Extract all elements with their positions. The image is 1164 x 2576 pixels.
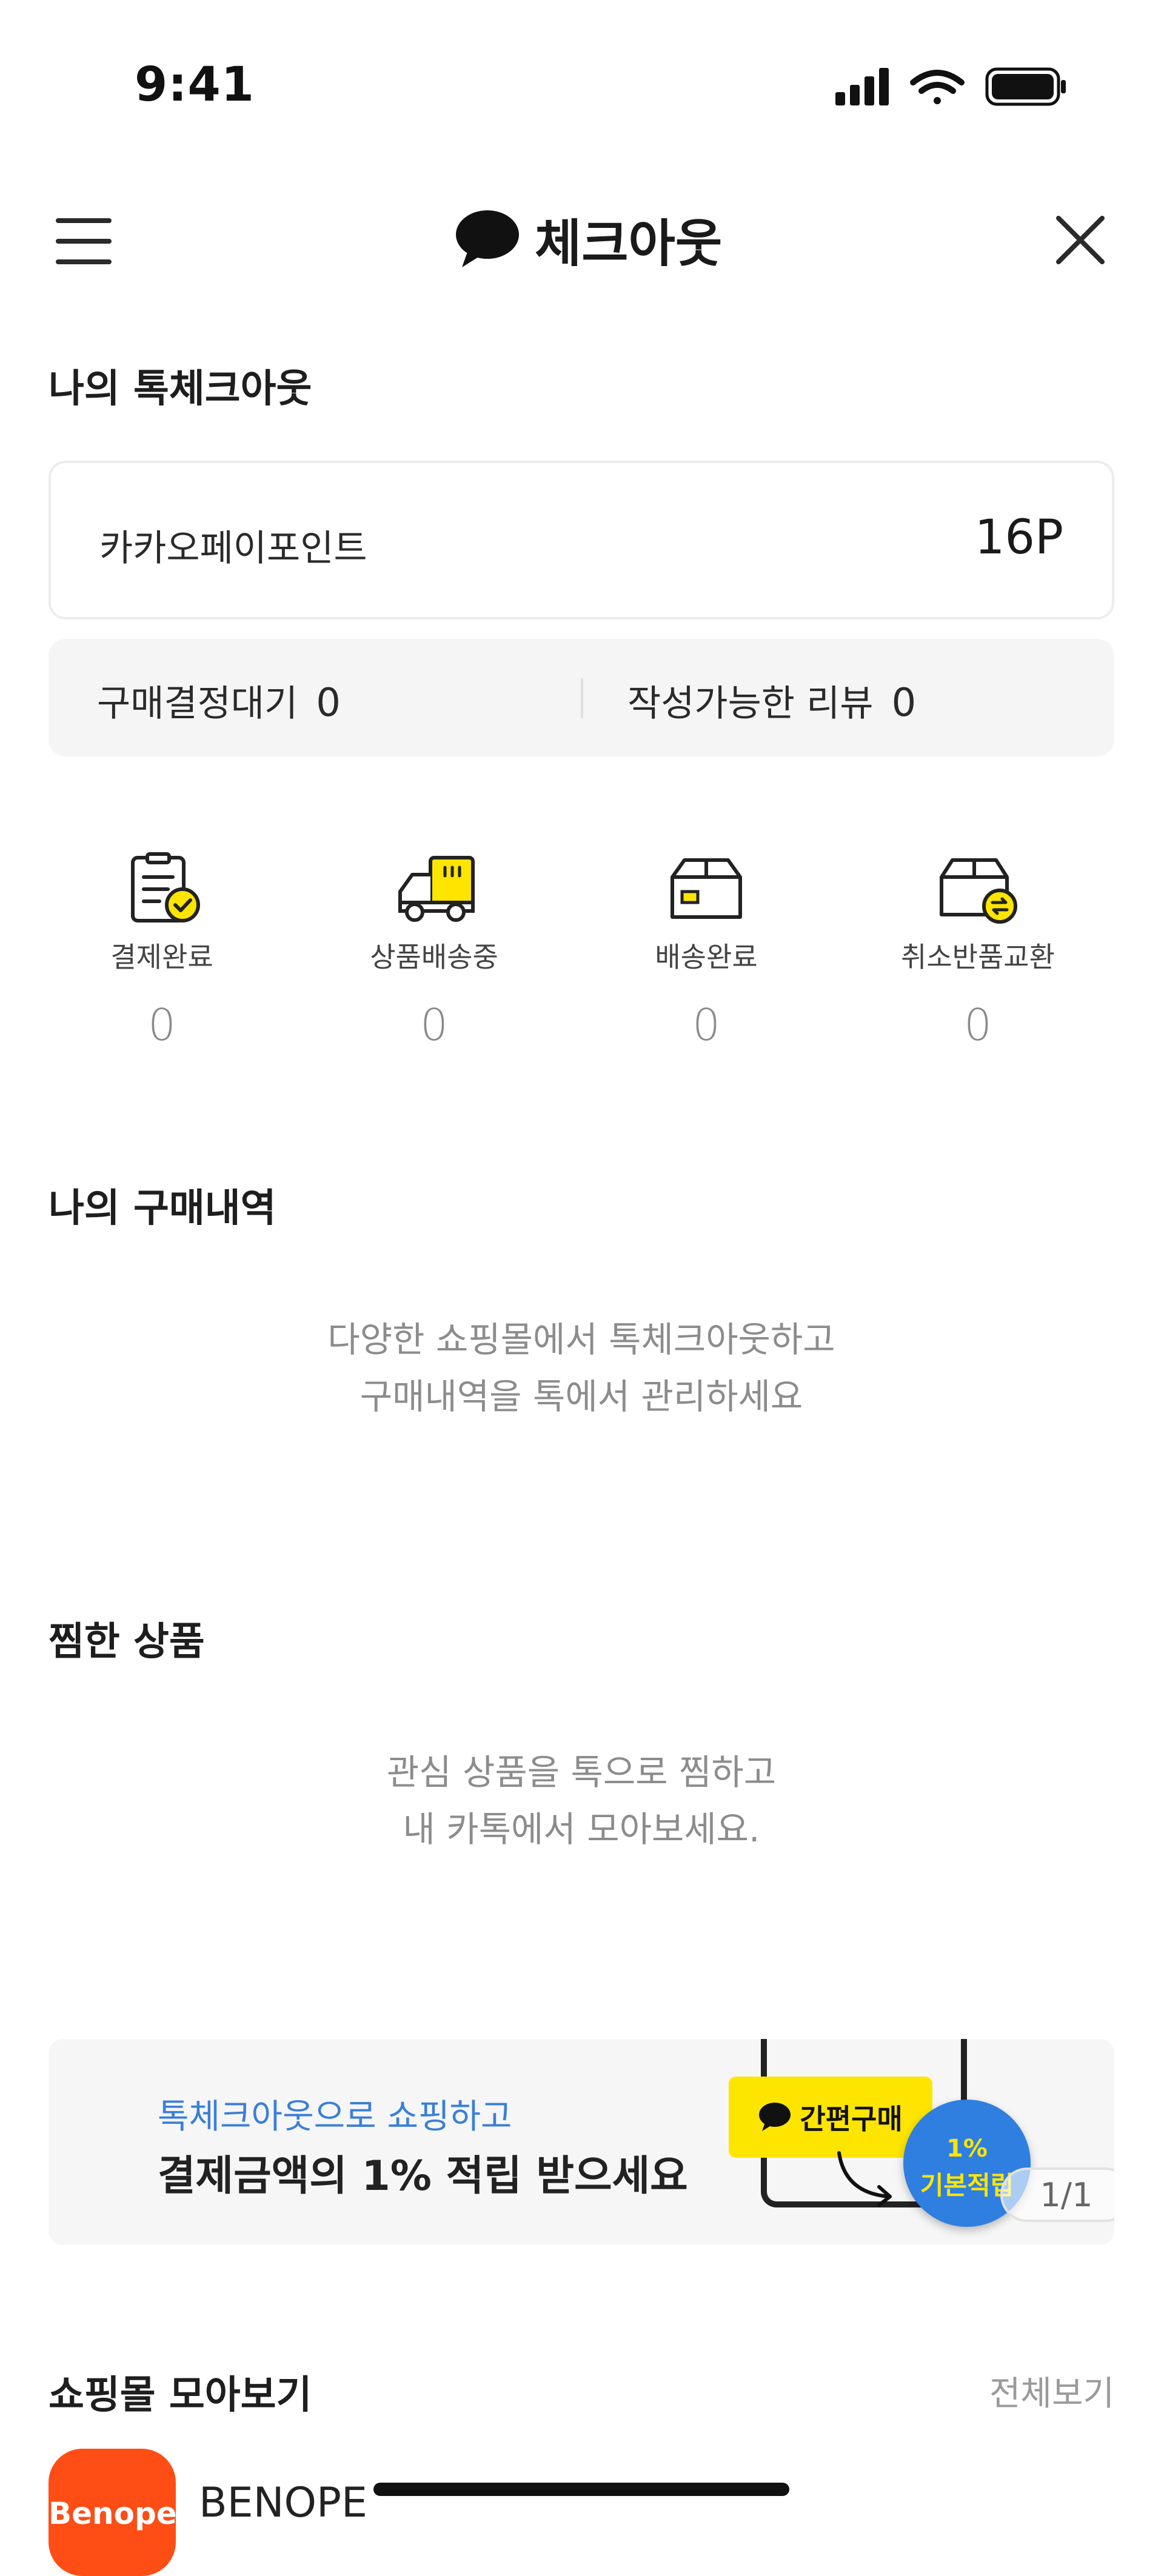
page-title: 체크아웃 [535,213,723,273]
status-time: 9:41 [135,58,255,112]
wishlist-empty-message: 관심 상품을 톡으로 찜하고 내 카톡에서 모아보세요. [48,1744,1114,1858]
delivered-box-icon [671,858,742,919]
step-count: 0 [148,999,176,1050]
exchange-box-icon [940,858,1017,924]
order-step-payment-complete[interactable]: 결제완료 0 [35,852,289,1050]
talk-bubble-icon [456,210,519,267]
cellular-signal-icon [835,68,889,105]
empty-line: 구매내역을 톡에서 관리하세요 [360,1376,803,1417]
step-label: 취소반품교환 [901,941,1055,973]
step-label: 결제완료 [110,941,213,973]
step-count: 0 [420,999,448,1050]
battery-icon [985,67,1066,106]
reward-percent: 1% [946,2135,988,2163]
step-label: 상품배송중 [370,941,498,973]
talk-bubble-icon [759,2103,791,2131]
stat-count: 0 [891,681,917,726]
points-value: 16P [974,510,1063,565]
stat-label: 구매결정대기 [97,682,298,725]
shop-name[interactable]: BENOPE [199,2479,367,2527]
stats-divider [581,678,583,718]
order-step-cancel-return[interactable]: 취소반품교환 0 [851,852,1105,1050]
status-icons [835,67,1066,106]
delivery-truck-icon [398,856,475,922]
menu-icon[interactable] [56,218,112,264]
order-step-shipping[interactable]: 상품배송중 0 [307,852,561,1050]
pending-confirm-stat[interactable]: 구매결정대기 0 [97,674,341,727]
banner-pager[interactable]: 1/1 [1000,2167,1114,2222]
purchase-history-title: 나의 구매내역 [48,1186,276,1231]
shop-logo[interactable]: Benope [48,2449,177,2576]
stat-count: 0 [316,681,341,726]
view-all-link[interactable]: 전체보기 [989,2366,1114,2415]
order-step-delivered[interactable]: 배송완료 0 [579,852,834,1050]
stats-bar: 구매결정대기 0 작성가능한 리뷰 0 [48,639,1114,756]
close-icon[interactable] [1054,213,1107,267]
empty-line: 내 카톡에서 모아보세요. [403,1809,760,1850]
my-checkout-title: 나의 톡체크아웃 [48,367,312,412]
quick-buy-badge: 간편구매 [729,2077,932,2158]
step-label: 배송완료 [655,941,758,973]
points-card[interactable]: 카카오페이포인트 16P [48,461,1114,619]
empty-line: 관심 상품을 톡으로 찜하고 [386,1752,777,1793]
step-count: 0 [964,999,992,1050]
banner-line1: 톡체크아웃으로 쇼핑하고 [158,2097,512,2137]
purchase-history-empty-message: 다양한 쇼핑몰에서 톡체크아웃하고 구매내역을 톡에서 관리하세요 [48,1311,1114,1425]
header-title-group: 체크아웃 [455,203,722,276]
home-indicator [373,2483,789,2496]
shop-collection-title: 쇼핑몰 모아보기 [48,2373,312,2418]
step-count: 0 [692,999,720,1050]
review-available-stat[interactable]: 작성가능한 리뷰 0 [627,674,916,727]
wishlist-title: 찜한 상품 [48,1620,205,1664]
promo-banner[interactable]: 톡체크아웃으로 쇼핑하고 결제금액의 1% 적립 받으세요 간편구매 1% 기본… [48,2039,1114,2245]
stat-label: 작성가능한 리뷰 [627,682,874,725]
wifi-icon [910,70,965,104]
payment-complete-icon [131,852,200,923]
banner-line2: 결제금액의 1% 적립 받으세요 [158,2152,688,2200]
empty-line: 다양한 쇼핑몰에서 톡체크아웃하고 [327,1319,835,1360]
quick-buy-label: 간편구매 [800,2103,903,2135]
points-label: 카카오페이포인트 [99,527,367,570]
